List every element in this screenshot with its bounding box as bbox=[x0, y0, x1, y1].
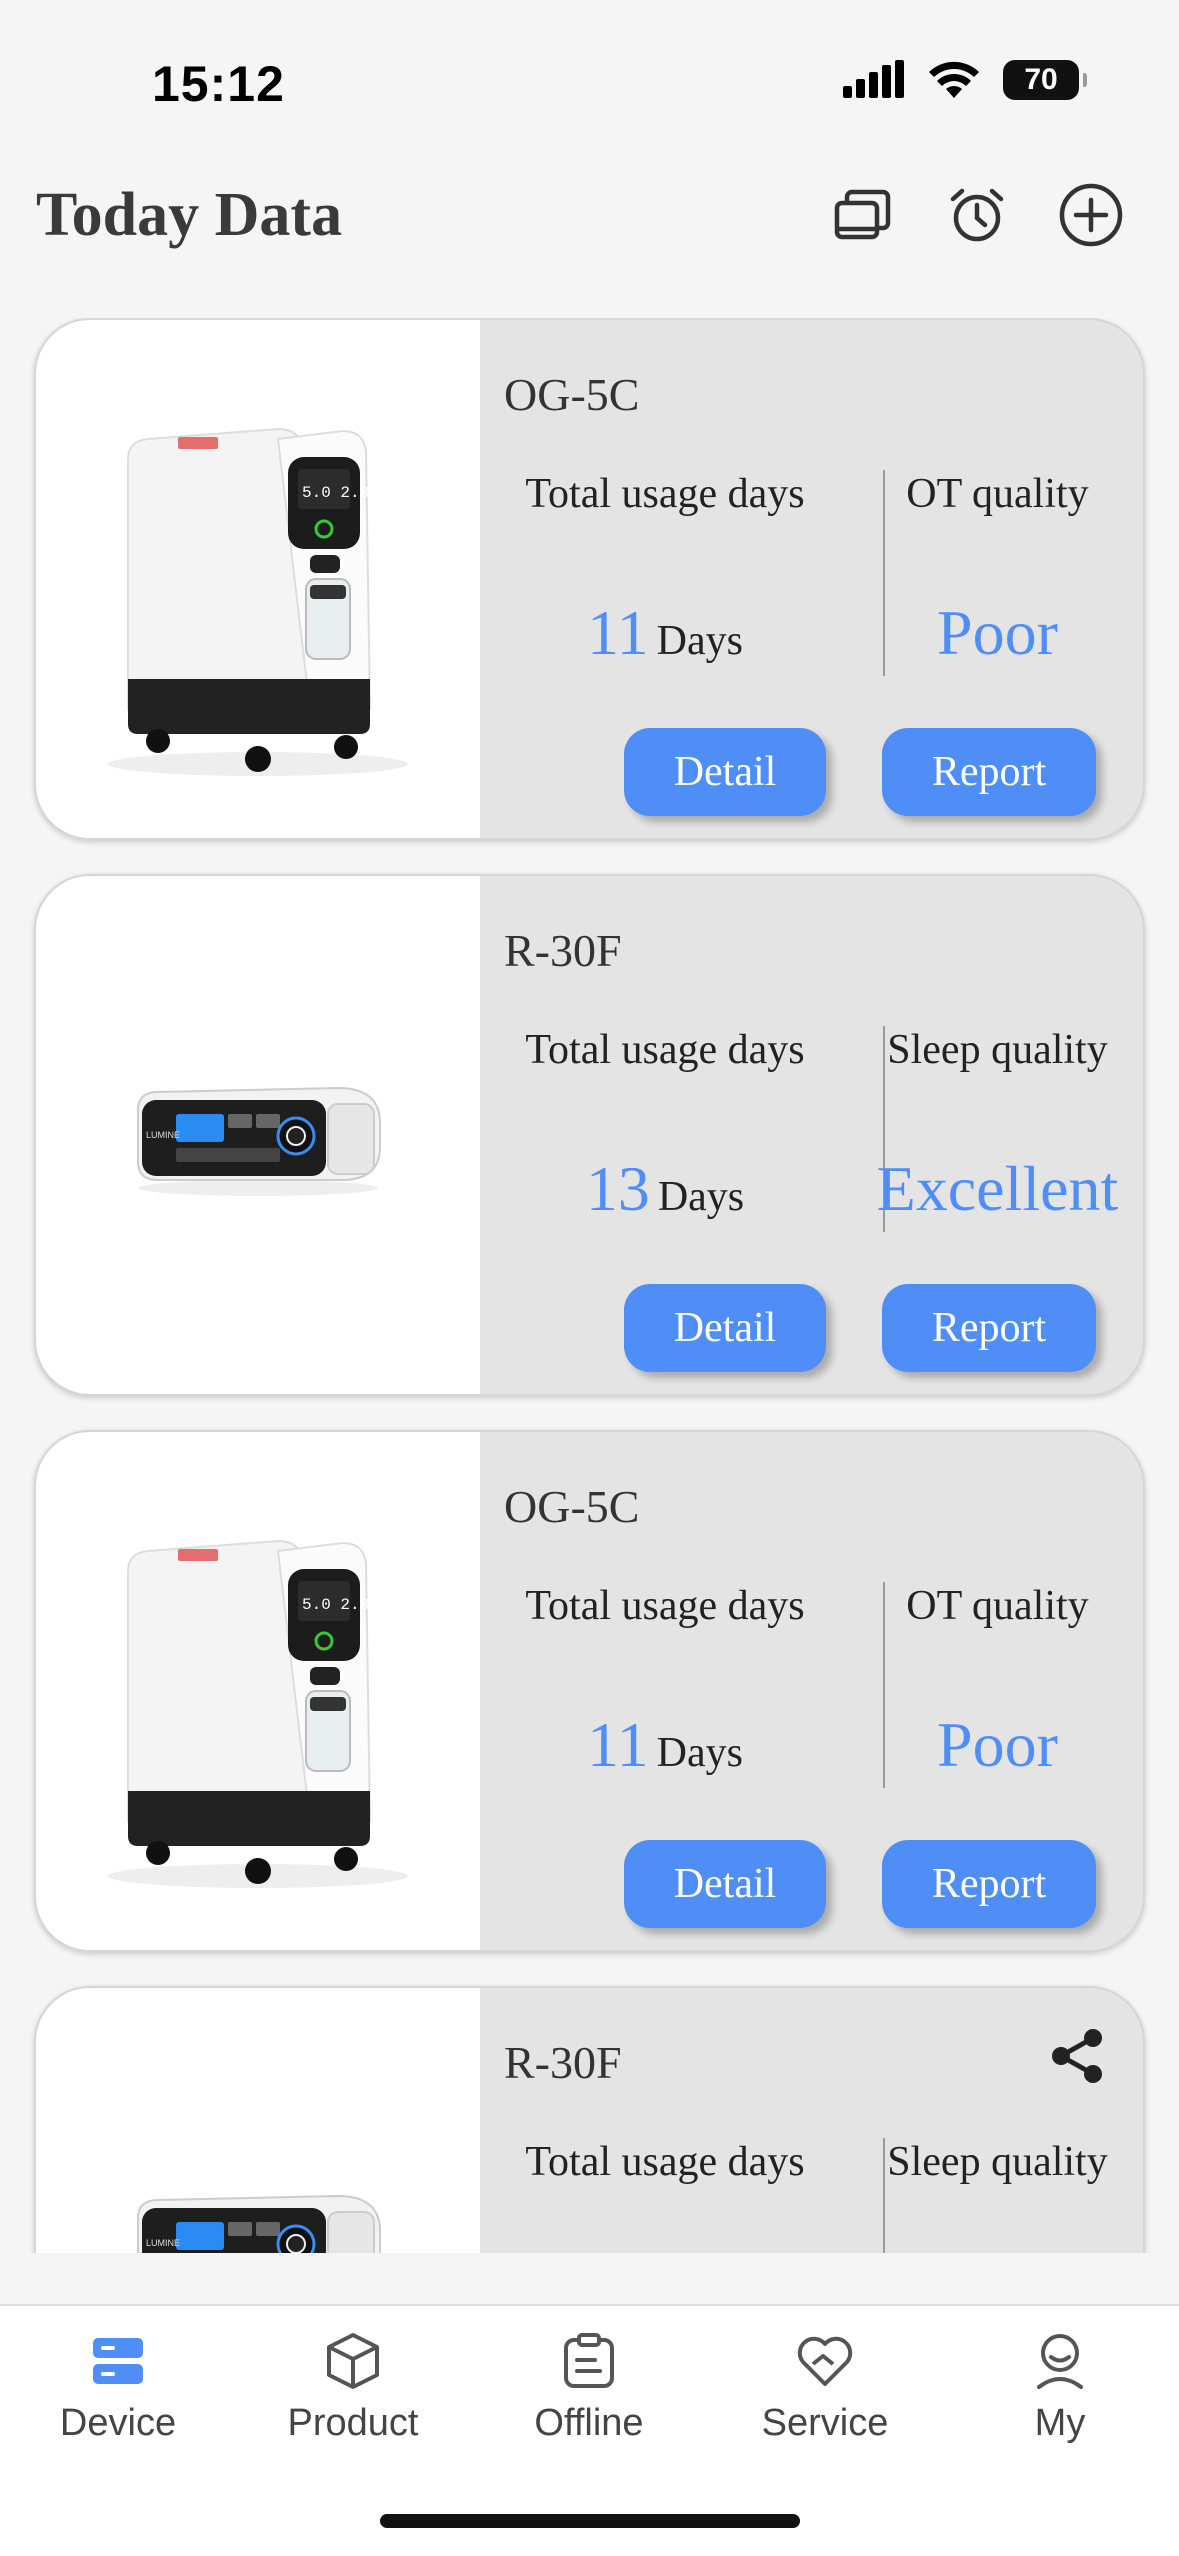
heart-icon bbox=[725, 2326, 925, 2396]
tab-service[interactable]: Service bbox=[725, 2326, 925, 2445]
device-model: R-30F bbox=[504, 925, 622, 976]
header: Today Data bbox=[0, 170, 1179, 290]
device-model: R-30F bbox=[504, 2037, 622, 2088]
wifi-icon bbox=[929, 61, 979, 98]
add-device-icon[interactable] bbox=[1058, 182, 1124, 248]
quality-value: Poor bbox=[937, 1709, 1058, 1780]
tab-offline[interactable]: Offline bbox=[489, 2326, 689, 2445]
cellular-signal-icon bbox=[843, 60, 904, 98]
days-number: 13 bbox=[585, 1153, 650, 1224]
days-number: 11 bbox=[587, 597, 649, 668]
usage-days-value: 13 Days bbox=[480, 1152, 850, 1226]
tab-product[interactable]: Product bbox=[253, 2326, 453, 2445]
svg-text:LUMINE: LUMINE bbox=[146, 1130, 180, 1140]
svg-text:LUMINE: LUMINE bbox=[146, 2238, 180, 2248]
report-button[interactable]: Report bbox=[882, 1840, 1096, 1928]
device-image-cpap: LUMINE bbox=[36, 876, 480, 1394]
device-list[interactable]: 5.0 2.30 OG-5C Total usage days OT quali… bbox=[0, 318, 1179, 2253]
device-model: OG-5C bbox=[504, 369, 640, 420]
report-button[interactable]: Report bbox=[882, 1284, 1096, 1372]
device-model: OG-5C bbox=[504, 1481, 640, 1532]
device-image-cpap: LUMINE bbox=[36, 1988, 480, 2253]
device-info: R-30F Total usage days Sleep quality 13 D… bbox=[480, 876, 1143, 1394]
quality-value: Excellent bbox=[876, 1153, 1119, 1224]
status-bar: 15:12 70 bbox=[0, 0, 1179, 160]
usage-days-label: Total usage days bbox=[525, 1027, 805, 1073]
device-card: LUMINE R-30F Total usage days Sleep qual… bbox=[34, 1986, 1145, 2253]
device-card: LUMINE R-30F Total usage days Sleep qual… bbox=[34, 874, 1145, 1396]
days-unit: Days bbox=[656, 618, 743, 664]
device-image-oxygen-concentrator: 5.0 2.30 bbox=[36, 320, 480, 838]
multi-window-icon[interactable] bbox=[830, 182, 896, 248]
page-title: Today Data bbox=[36, 181, 343, 249]
battery-level: 70 bbox=[1024, 63, 1058, 96]
usage-days-label: Total usage days bbox=[525, 471, 805, 517]
device-card: 5.0 2.30 OG-5C Total usage days OT quali… bbox=[34, 318, 1145, 840]
tab-label: My bbox=[1034, 2402, 1086, 2444]
status-time: 15:12 bbox=[152, 56, 285, 112]
usage-days-label: Total usage days bbox=[525, 1583, 805, 1629]
tab-my[interactable]: My bbox=[960, 2326, 1160, 2445]
status-icons: 70 bbox=[843, 60, 1087, 100]
device-card: 5.0 2.30 OG-5C Total usage days OT quali… bbox=[34, 1430, 1145, 1952]
quality-label: OT quality bbox=[906, 471, 1089, 517]
header-actions bbox=[830, 182, 1124, 248]
quality-value: Poor bbox=[937, 597, 1058, 668]
days-unit: Days bbox=[656, 1730, 743, 1776]
share-icon[interactable] bbox=[1047, 2026, 1107, 2086]
usage-days-label: Total usage days bbox=[525, 2139, 805, 2185]
box-icon bbox=[253, 2326, 453, 2396]
battery-icon: 70 bbox=[1003, 60, 1087, 100]
tab-device[interactable]: Device bbox=[18, 2326, 218, 2445]
report-button[interactable]: Report bbox=[882, 728, 1096, 816]
quality-label: Sleep quality bbox=[887, 2139, 1108, 2185]
detail-button[interactable]: Detail bbox=[624, 1840, 826, 1928]
home-indicator bbox=[380, 2514, 800, 2528]
device-icon bbox=[18, 2326, 218, 2396]
device-info: R-30F Total usage days Sleep quality bbox=[480, 1988, 1143, 2253]
days-number: 11 bbox=[587, 1709, 649, 1780]
user-icon bbox=[960, 2326, 1160, 2396]
tab-label: Product bbox=[287, 2402, 419, 2444]
tab-label: Offline bbox=[534, 2402, 644, 2444]
usage-days-value: 11 Days bbox=[480, 1708, 850, 1782]
device-image-oxygen-concentrator: 5.0 2.30 bbox=[36, 1432, 480, 1950]
detail-button[interactable]: Detail bbox=[624, 1284, 826, 1372]
days-unit: Days bbox=[657, 1174, 745, 1220]
device-info: OG-5C Total usage days OT quality 11 Days… bbox=[480, 1432, 1143, 1950]
tab-label: Device bbox=[59, 2402, 177, 2444]
device-info: OG-5C Total usage days OT quality 11 Days… bbox=[480, 320, 1143, 838]
alarm-clock-icon[interactable] bbox=[944, 182, 1010, 248]
detail-button[interactable]: Detail bbox=[624, 728, 826, 816]
clipboard-icon bbox=[489, 2326, 689, 2396]
quality-label: OT quality bbox=[906, 1583, 1089, 1629]
divider bbox=[883, 2138, 885, 2253]
svg-text:5.0 2.30: 5.0 2.30 bbox=[302, 484, 379, 502]
usage-days-value: 11 Days bbox=[480, 596, 850, 670]
svg-text:5.0 2.30: 5.0 2.30 bbox=[302, 1596, 379, 1614]
quality-label: Sleep quality bbox=[887, 1027, 1108, 1073]
tab-label: Service bbox=[761, 2402, 889, 2444]
